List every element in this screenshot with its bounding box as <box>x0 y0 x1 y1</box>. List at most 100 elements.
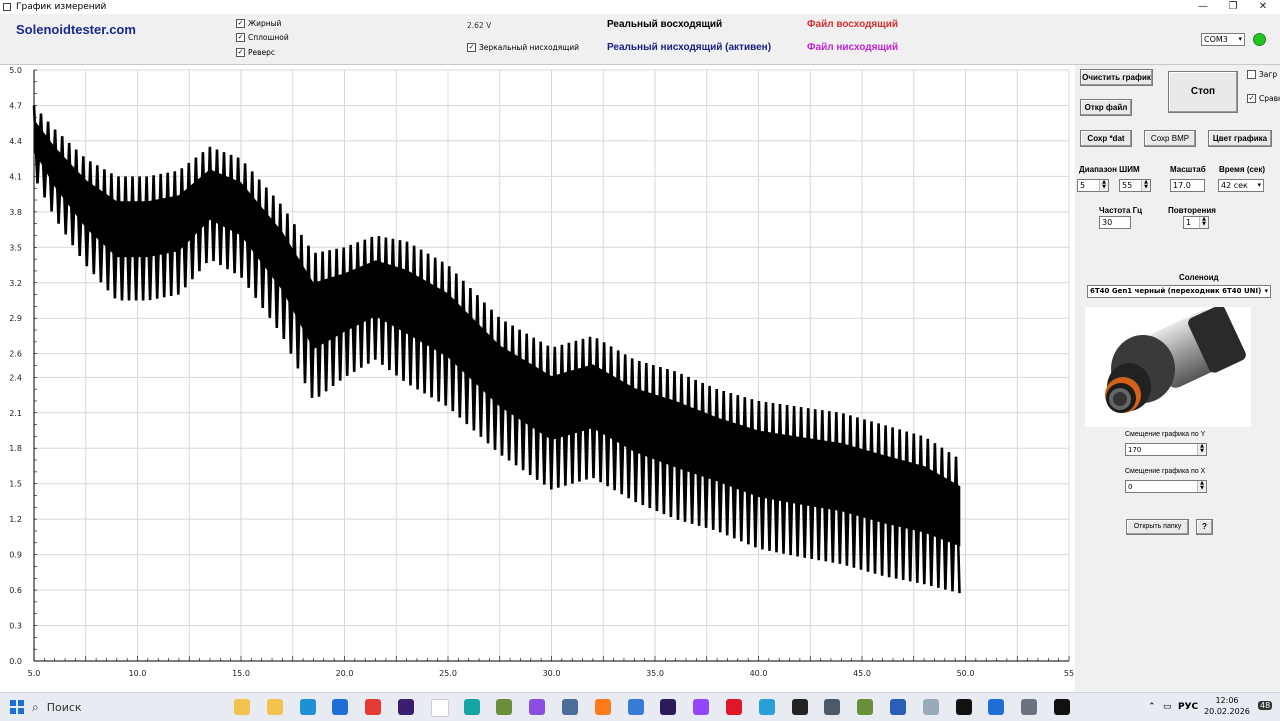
stepper-arrows-icon[interactable]: ▲ ▼ <box>1199 217 1208 228</box>
remote-icon[interactable] <box>824 699 841 715</box>
open-folder-button[interactable]: Открыть папку <box>1126 519 1189 535</box>
tray-chevron-icon[interactable]: ⌃ <box>1148 702 1156 712</box>
premiere-icon[interactable] <box>398 699 414 715</box>
arduino-icon[interactable] <box>463 699 480 715</box>
save-dat-button[interactable]: Сохр *dat <box>1080 130 1132 147</box>
start-windows-icon[interactable] <box>10 700 24 714</box>
compare-checkbox[interactable]: ✓ Сравн <box>1247 94 1280 103</box>
record-icon[interactable] <box>1054 699 1070 715</box>
stepper-arrows-icon[interactable]: ▲ ▼ <box>1141 180 1150 191</box>
offset-y-stepper[interactable]: 170 ▲ ▼ <box>1125 443 1207 456</box>
terminal-icon[interactable] <box>791 699 808 715</box>
help-button[interactable]: ? <box>1196 519 1213 535</box>
checkbox-empty-icon <box>1247 70 1256 79</box>
x-tick-label: 20.0 <box>336 669 354 678</box>
compare-label: Сравн <box>1259 94 1280 103</box>
network-icon[interactable]: ▭ <box>1163 702 1172 712</box>
chevron-down-icon: ▾ <box>1264 287 1268 295</box>
top-toolbar: Solenoidtester.com ✓ Жирный ✓ Сплошной ✓… <box>0 14 1280 65</box>
load-checkbox[interactable]: Загр <box>1247 70 1277 79</box>
connection-status-icon <box>1253 33 1266 46</box>
y-tick-label: 0.3 <box>9 622 22 631</box>
stepper-arrows-icon[interactable]: ▲ ▼ <box>1099 180 1108 191</box>
x-tick-label: 5.0 <box>28 669 41 678</box>
y-tick-label: 2.1 <box>9 409 22 418</box>
search-placeholder: Поиск <box>46 700 82 714</box>
pwm-from-value: 5 <box>1080 181 1086 190</box>
search-icon: ⌕ <box>32 699 39 714</box>
stepper-arrows-icon[interactable]: ▲ ▼ <box>1197 444 1206 455</box>
legend-file-up: Файл восходящий <box>807 19 899 30</box>
x-tick-label: 25.0 <box>439 669 457 678</box>
bold-checkbox[interactable]: ✓ Жирный <box>236 19 281 28</box>
chart-svg: 5.0 10.0 15.0 20.0 25.0 30.0 35.0 40.0 45.0 50.0 5… <box>9 66 1074 678</box>
solid-checkbox[interactable]: ✓ Сплошной <box>236 33 289 42</box>
minimize-button[interactable]: — <box>1186 0 1220 14</box>
chart-color-button[interactable]: Цвет графика <box>1208 130 1272 147</box>
file-explorer-icon[interactable] <box>234 699 250 715</box>
maximize-button[interactable]: ❐ <box>1216 0 1250 14</box>
twitch-icon[interactable] <box>693 699 710 715</box>
language-indicator[interactable]: РУС <box>1178 702 1198 712</box>
x-tick-label: 10.0 <box>129 669 147 678</box>
offset-x-value: 0 <box>1128 483 1133 491</box>
legend-file-down: Файл нисходящий <box>807 42 899 53</box>
y-tick-label: 4.7 <box>9 101 22 110</box>
pwm-from-stepper[interactable]: 5 ▲ ▼ <box>1077 179 1109 192</box>
time-select[interactable]: 42 сек ▾ <box>1218 179 1264 192</box>
solenoid-select[interactable]: 6T40 Gen1 черный (переходник 6T40 UNI) ▾ <box>1087 285 1271 298</box>
edge-icon[interactable] <box>299 699 316 715</box>
scale-input[interactable]: 17.0 <box>1170 179 1205 192</box>
com-port-select[interactable]: COM3 ▾ <box>1201 33 1245 46</box>
yandex-browser-icon[interactable] <box>430 699 449 717</box>
save-bmp-button[interactable]: Сохр BMP <box>1144 130 1196 147</box>
settings-icon[interactable] <box>627 699 644 715</box>
store-icon[interactable] <box>266 699 283 715</box>
offset-x-stepper[interactable]: 0 ▲ ▼ <box>1125 480 1207 493</box>
mirror-checkbox[interactable]: ✓ Зеркальный нисходящий <box>467 43 579 52</box>
y-tick-label: 1.2 <box>9 515 22 524</box>
measurement-chart[interactable]: 5.0 10.0 15.0 20.0 25.0 30.0 35.0 40.0 45.0 50.0 5… <box>0 65 1074 692</box>
powershell-icon[interactable] <box>890 699 906 715</box>
outlook-icon[interactable] <box>988 699 1005 715</box>
stepper-arrows-icon[interactable]: ▲ ▼ <box>1197 481 1206 492</box>
load-label: Загр <box>1259 70 1278 79</box>
stop-button[interactable]: Стоп <box>1168 71 1238 113</box>
3d-icon[interactable] <box>758 699 775 715</box>
scale-value: 17.0 <box>1173 181 1191 190</box>
opera-icon[interactable] <box>726 699 742 715</box>
taskbar-search[interactable]: ⌕ Поиск <box>32 696 222 718</box>
firefox-icon[interactable] <box>594 699 611 715</box>
y-tick-label: 2.9 <box>9 314 22 323</box>
reverse-checkbox[interactable]: ✓ Реверс <box>236 48 275 57</box>
offset-x-label: Смещение графика по X <box>1125 468 1206 475</box>
time-label: Время (сек) <box>1219 165 1266 174</box>
clock-date[interactable]: 20.02.2026 <box>1203 707 1251 716</box>
x-tick-label: 35.0 <box>646 669 664 678</box>
clock-time[interactable]: 12:06 <box>1212 696 1242 705</box>
mail-icon[interactable] <box>332 699 349 715</box>
premiere-pro-icon[interactable] <box>660 699 677 715</box>
app-icon-active[interactable] <box>1021 699 1038 715</box>
chevron-down-icon: ▾ <box>1238 35 1242 43</box>
close-button[interactable]: ✕ <box>1246 0 1280 14</box>
offset-y-label: Смещение графика по Y <box>1125 431 1206 438</box>
ship-icon[interactable] <box>955 699 972 715</box>
y-tick-label: 5.0 <box>9 66 22 75</box>
notification-badge[interactable]: 48 <box>1258 701 1273 710</box>
clear-chart-button[interactable]: Очистить график <box>1080 69 1153 86</box>
pwm-to-value: 55 <box>1122 181 1133 190</box>
window-icon[interactable] <box>562 699 578 715</box>
drop-icon[interactable] <box>529 699 546 715</box>
minecraft-launcher-icon[interactable] <box>857 699 874 715</box>
pwm-to-stepper[interactable]: 55 ▲ ▼ <box>1119 179 1151 192</box>
open-file-button[interactable]: Откр файл <box>1080 99 1132 116</box>
yandex-icon[interactable] <box>365 699 382 715</box>
reverse-label: Реверс <box>248 48 276 57</box>
y-tick-label: 4.4 <box>9 137 22 146</box>
notes-icon[interactable] <box>922 699 939 715</box>
repeat-stepper[interactable]: 1 ▲ ▼ <box>1183 216 1209 229</box>
y-tick-label: 0.0 <box>9 657 22 666</box>
frequency-input[interactable]: 30 <box>1099 216 1131 229</box>
minecraft-icon[interactable] <box>496 699 513 715</box>
